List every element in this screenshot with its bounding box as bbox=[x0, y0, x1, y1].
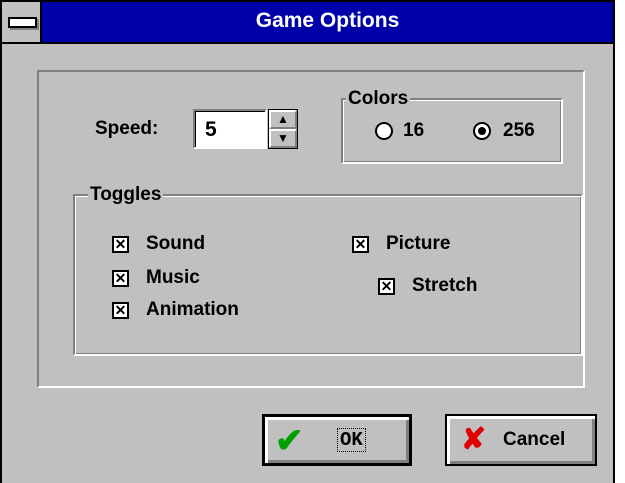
title-bar[interactable]: Game Options bbox=[2, 2, 613, 44]
cancel-button[interactable]: ✘ Cancel bbox=[445, 414, 597, 466]
animation-label[interactable]: Animation bbox=[146, 299, 239, 321]
radio-256-label[interactable]: 256 bbox=[503, 120, 535, 142]
arrow-down-icon: ▼ bbox=[277, 131, 289, 145]
sound-label[interactable]: Sound bbox=[146, 233, 205, 255]
window-title: Game Options bbox=[255, 9, 400, 32]
picture-label[interactable]: Picture bbox=[386, 233, 450, 255]
system-menu-button[interactable] bbox=[2, 2, 42, 42]
radio-16-label[interactable]: 16 bbox=[403, 120, 424, 142]
music-checkbox[interactable]: ✕ bbox=[112, 270, 129, 287]
ok-button[interactable]: ✔ OK bbox=[262, 414, 412, 466]
spin-down-button[interactable]: ▼ bbox=[269, 129, 297, 148]
picture-checkbox[interactable]: ✕ bbox=[352, 236, 369, 253]
cancel-button-label: Cancel bbox=[503, 429, 566, 450]
x-icon: ✘ bbox=[461, 423, 487, 456]
toggles-group-label: Toggles bbox=[88, 184, 164, 205]
stretch-checkbox[interactable]: ✕ bbox=[378, 278, 395, 295]
speed-spinner: ▲ ▼ bbox=[268, 109, 298, 149]
system-menu-icon bbox=[8, 17, 37, 28]
music-label[interactable]: Music bbox=[146, 267, 200, 289]
radio-selected-dot bbox=[478, 127, 486, 135]
spin-up-button[interactable]: ▲ bbox=[269, 110, 297, 129]
speed-label: Speed: bbox=[95, 118, 159, 139]
arrow-up-icon: ▲ bbox=[277, 112, 289, 126]
stretch-label[interactable]: Stretch bbox=[412, 275, 477, 297]
speed-input[interactable]: 5 bbox=[193, 109, 267, 149]
colors-group-label: Colors bbox=[346, 88, 411, 109]
animation-checkbox[interactable]: ✕ bbox=[112, 302, 129, 319]
sound-checkbox[interactable]: ✕ bbox=[112, 236, 129, 253]
checkmark-icon: ✔ bbox=[275, 422, 304, 460]
radio-16[interactable] bbox=[375, 122, 393, 140]
ok-button-label: OK bbox=[337, 428, 366, 452]
radio-256[interactable] bbox=[473, 122, 491, 140]
